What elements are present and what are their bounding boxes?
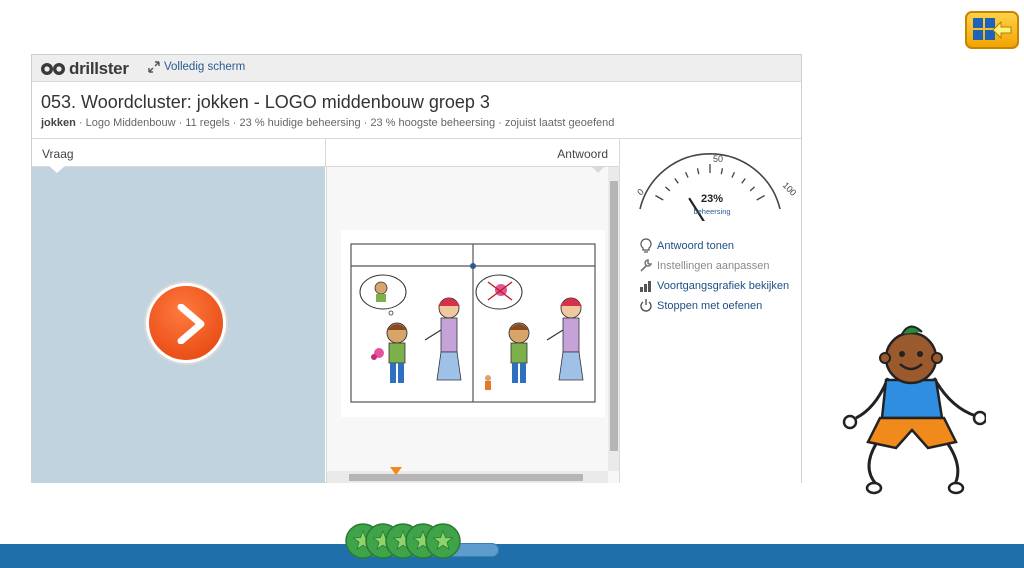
gauge-tick (749, 186, 756, 192)
comic-illustration (350, 243, 596, 403)
question-header: Vraag (32, 139, 325, 167)
scroll-position-marker (390, 467, 402, 475)
widget-toolbar: drillster Volledig scherm (32, 55, 801, 82)
play-audio-button[interactable] (146, 283, 226, 363)
lightbulb-icon (640, 238, 652, 253)
exercise-screen: drillster Volledig scherm 053. Woordclus… (0, 0, 1024, 568)
power-icon (640, 299, 652, 312)
course-header: 053. Woordcluster: jokken - LOGO middenb… (32, 82, 801, 139)
show-answer-label: Antwoord tonen (657, 239, 735, 252)
answer-panel (326, 166, 620, 483)
answer-notch (591, 166, 605, 173)
course-meta: jokken · Logo Middenbouw · 11 regels · 2… (41, 117, 614, 129)
answer-label: Antwoord (557, 147, 608, 161)
grid-back-arrow-icon (973, 18, 1012, 40)
progress-chart-label: Voortgangsgrafiek bekijken (657, 279, 790, 292)
word-cluster-name: jokken (41, 117, 76, 129)
gauge-tick (685, 171, 689, 178)
stop-practice-label: Stoppen met oefenen (657, 299, 763, 312)
stop-practice-action[interactable]: Stoppen met oefenen (639, 298, 762, 313)
vertical-scroll-thumb[interactable] (610, 181, 618, 451)
page-title: 053. Woordcluster: jokken - LOGO middenb… (41, 92, 490, 112)
gauge-mid-label: 50 (713, 154, 724, 164)
gauge-tick (696, 168, 700, 175)
bar-chart-icon (640, 281, 651, 292)
fullscreen-button[interactable]: Volledig scherm (148, 61, 245, 73)
mastery-percentage: 23% (700, 193, 724, 205)
fullscreen-label: Volledig scherm (164, 61, 246, 73)
show-answer-action[interactable]: Antwoord tonen (639, 238, 734, 253)
wrench-icon (640, 259, 653, 272)
gauge-tick (731, 171, 735, 178)
gauge-tick (720, 168, 724, 175)
gauge-tick (741, 178, 746, 184)
drillster-logo-icon (41, 63, 65, 75)
bottom-bar (0, 544, 1024, 568)
settings-label: Instellingen aanpassen (657, 259, 770, 272)
drillster-logo: drillster (40, 59, 129, 79)
question-label: Vraag (42, 147, 74, 161)
star-badges (345, 523, 461, 559)
progress-chart-action[interactable]: Voortgangsgrafiek bekijken (639, 278, 789, 293)
star-progress (343, 521, 499, 561)
gauge-tick (664, 186, 671, 192)
settings-action[interactable]: Instellingen aanpassen (639, 258, 770, 273)
mascot-illustration (842, 325, 986, 495)
question-notch (48, 165, 66, 173)
gauge-tick (655, 194, 664, 201)
logo-text: drillster (69, 59, 129, 78)
gauge-tick (674, 178, 679, 184)
answer-header: Antwoord (325, 139, 619, 167)
progress-sidebar: 50 0 100 23% beheersing Antwoord tonen I… (619, 139, 801, 483)
horizontal-scrollbar[interactable] (327, 471, 608, 483)
course-meta-details: · Logo Middenbouw · 11 regels · 23 % hui… (75, 117, 615, 129)
gauge-tick (756, 194, 765, 201)
drillster-widget: drillster Volledig scherm 053. Woordclus… (31, 54, 802, 483)
play-icon (177, 304, 205, 344)
question-panel (32, 167, 325, 483)
mastery-caption: beheersing (693, 207, 731, 216)
horizontal-scroll-thumb[interactable] (349, 474, 583, 481)
back-to-menu-button[interactable] (965, 11, 1019, 49)
answer-image (341, 230, 605, 417)
expand-icon (148, 61, 160, 73)
